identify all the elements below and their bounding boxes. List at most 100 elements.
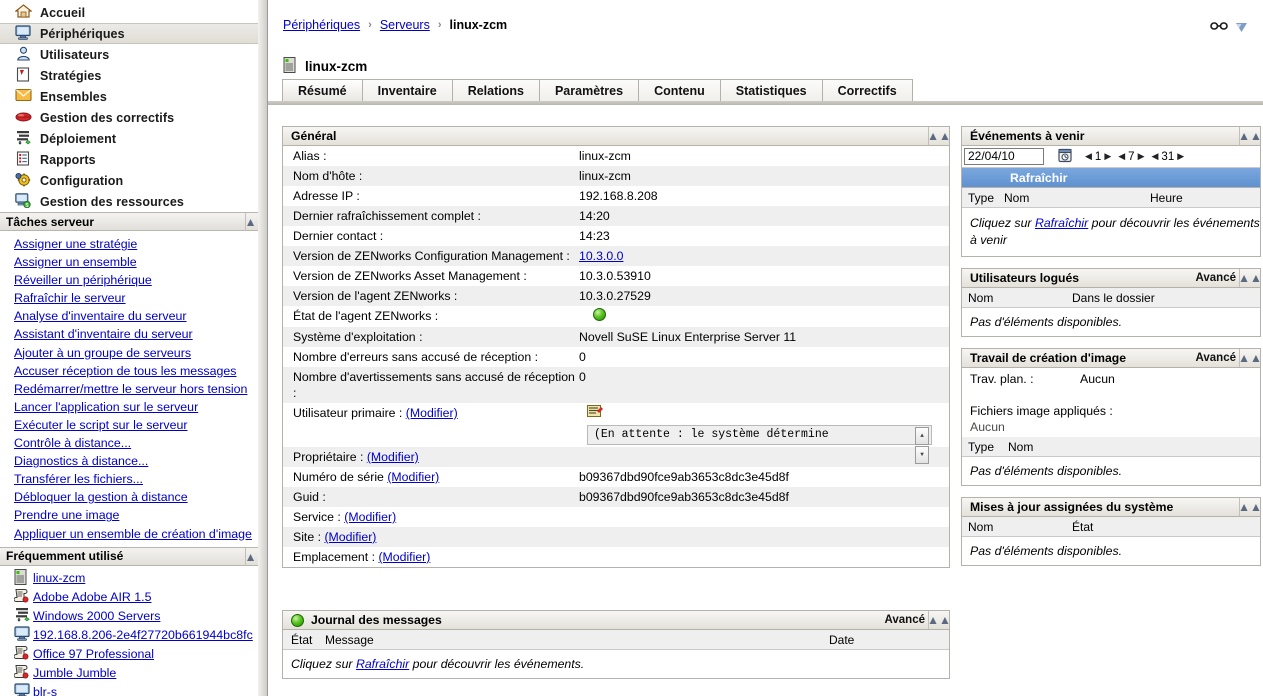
task-link[interactable]: Assistant d'inventaire du serveur bbox=[0, 325, 267, 343]
sidebar-item-gestion-des-correctifs[interactable]: Gestion des correctifs bbox=[0, 107, 267, 128]
asset-icon: $ bbox=[15, 193, 31, 211]
chevron-up-icon[interactable]: ▲▲ bbox=[928, 127, 949, 145]
breadcrumb-link-servers[interactable]: Serveurs bbox=[380, 18, 430, 32]
scheduled-work-row: Trav. plan. : Aucun bbox=[962, 368, 1260, 386]
primary-user-pending-field[interactable]: (En attente : le système détermine ▲▼ bbox=[587, 425, 932, 445]
step-prev-icon[interactable]: ◀ bbox=[1118, 151, 1125, 162]
frequent-item[interactable]: Windows 2000 Servers bbox=[0, 607, 267, 626]
tab-r-sum-[interactable]: Résumé bbox=[282, 79, 363, 101]
task-link[interactable]: Exécuter le script sur le serveur bbox=[0, 416, 267, 434]
version-link[interactable]: 10.3.0.0 bbox=[579, 249, 623, 263]
general-row-value bbox=[575, 507, 949, 527]
frequent-item-label[interactable]: Adobe Adobe AIR 1.5 bbox=[33, 590, 152, 604]
task-link[interactable]: Analyse d'inventaire du serveur bbox=[0, 307, 267, 325]
spinner-stepper[interactable]: ▲▼ bbox=[915, 427, 929, 443]
modify-link[interactable]: (Modifier) bbox=[387, 470, 439, 484]
column-header-nom: Nom bbox=[962, 520, 1072, 534]
caret-down-icon[interactable] bbox=[1236, 21, 1247, 35]
sidebar-item-accueil[interactable]: Accueil bbox=[0, 2, 267, 23]
frequent-item-label[interactable]: Office 97 Professional bbox=[33, 647, 154, 661]
chevron-up-icon[interactable]: ▲▲ bbox=[1239, 498, 1260, 516]
step-next-icon[interactable]: ▶ bbox=[1138, 151, 1145, 162]
message-log-advanced-link[interactable]: Avancé bbox=[885, 614, 926, 626]
tab-param-tres[interactable]: Paramètres bbox=[539, 79, 639, 101]
stepper-down-icon[interactable]: ▼ bbox=[915, 446, 929, 464]
sidebar-item-rapports[interactable]: Rapports bbox=[0, 149, 267, 170]
task-link[interactable]: Prendre une image bbox=[0, 506, 267, 524]
breadcrumb-link-devices[interactable]: Périphériques bbox=[283, 18, 360, 32]
task-link[interactable]: Débloquer la gestion à distance bbox=[0, 488, 267, 506]
chevron-up-icon[interactable]: ▲▲ bbox=[1239, 127, 1260, 145]
sidebar-item-ensembles[interactable]: Ensembles bbox=[0, 86, 267, 107]
step-prev-icon[interactable]: ◀ bbox=[1085, 151, 1092, 162]
sidebar-item-label: Configuration bbox=[40, 174, 123, 188]
task-link[interactable]: Ajouter à un groupe de serveurs bbox=[0, 344, 267, 362]
task-link[interactable]: Réveiller un périphérique bbox=[0, 271, 267, 289]
task-link[interactable]: Diagnostics à distance... bbox=[0, 452, 267, 470]
chevron-up-icon[interactable]: ▲▲ bbox=[928, 611, 949, 629]
sidebar-item-utilisateurs[interactable]: Utilisateurs bbox=[0, 44, 267, 65]
frequent-item-label[interactable]: Windows 2000 Servers bbox=[33, 609, 160, 623]
imaging-work-title: Travail de création d'image bbox=[970, 351, 1126, 365]
modify-link[interactable]: (Modifier) bbox=[378, 550, 430, 564]
sidebar-item-d-ploiement[interactable]: Déploiement bbox=[0, 128, 267, 149]
chevron-up-icon[interactable]: ▲▲ bbox=[1239, 269, 1260, 287]
general-row-value: (En attente : le système détermine ▲▼ bbox=[575, 403, 949, 447]
sidebar-item-gestion-des-ressources[interactable]: $Gestion des ressources bbox=[0, 191, 267, 212]
bundle-doc-icon bbox=[14, 645, 33, 663]
general-row-label: Version de l'agent ZENworks : bbox=[283, 286, 575, 306]
stepper-up-icon[interactable]: ▲ bbox=[915, 427, 929, 445]
general-row-label: Nom d'hôte : bbox=[283, 166, 575, 186]
tab-correctifs[interactable]: Correctifs bbox=[822, 79, 913, 101]
primary-user-icon bbox=[579, 408, 603, 422]
page-title-row: linux-zcm bbox=[283, 57, 367, 76]
step-next-icon[interactable]: ▶ bbox=[1104, 151, 1111, 162]
general-row-value: 0 bbox=[575, 367, 949, 403]
modify-link[interactable]: (Modifier) bbox=[344, 510, 396, 524]
refresh-link[interactable]: Rafraîchir bbox=[1035, 216, 1088, 230]
logged-users-advanced-link[interactable]: Avancé bbox=[1196, 272, 1237, 284]
task-link[interactable]: Redémarrer/mettre le serveur hors tensio… bbox=[0, 380, 267, 398]
frequent-item-label[interactable]: blr-s bbox=[33, 685, 57, 696]
task-link[interactable]: Appliquer un ensemble de création d'imag… bbox=[0, 525, 267, 543]
tab-inventaire[interactable]: Inventaire bbox=[362, 79, 453, 101]
tab-statistiques[interactable]: Statistiques bbox=[720, 79, 823, 101]
user-icon bbox=[16, 46, 31, 64]
column-header-etat: État bbox=[283, 633, 325, 647]
tab-relations[interactable]: Relations bbox=[452, 79, 540, 101]
refresh-link[interactable]: Rafraîchir bbox=[356, 657, 409, 671]
task-link[interactable]: Contrôle à distance... bbox=[0, 434, 267, 452]
events-date-input[interactable]: 22/04/10 bbox=[964, 148, 1044, 165]
modify-link[interactable]: (Modifier) bbox=[324, 530, 376, 544]
sidebar-item-configuration[interactable]: Configuration bbox=[0, 170, 267, 191]
frequent-item-label[interactable]: 192.168.8.206-2e4f27720b661944bc8fc bbox=[33, 628, 253, 642]
task-link[interactable]: Assigner une stratégie bbox=[0, 235, 267, 253]
system-updates-empty: Pas d'éléments disponibles. bbox=[962, 537, 1260, 565]
task-link[interactable]: Accuser réception de tous les messages bbox=[0, 362, 267, 380]
frequent-item-label[interactable]: Jumble Jumble bbox=[33, 666, 116, 680]
events-refresh-button[interactable]: Rafraîchir bbox=[962, 168, 1260, 188]
imaging-advanced-link[interactable]: Avancé bbox=[1196, 352, 1237, 364]
calendar-icon[interactable] bbox=[1058, 148, 1073, 166]
task-link[interactable]: Assigner un ensemble bbox=[0, 253, 267, 271]
frequent-item[interactable]: blr-s bbox=[0, 683, 267, 696]
sidebar-item-strat-gies[interactable]: Stratégies bbox=[0, 65, 267, 86]
task-link[interactable]: Rafraîchir le serveur bbox=[0, 289, 267, 307]
task-link[interactable]: Transférer les fichiers... bbox=[0, 470, 267, 488]
frequent-item[interactable]: linux-zcm bbox=[0, 569, 267, 588]
modify-link[interactable]: (Modifier) bbox=[406, 406, 458, 420]
frequent-item[interactable]: 192.168.8.206-2e4f27720b661944bc8fc bbox=[0, 626, 267, 645]
frequent-item[interactable]: Office 97 Professional bbox=[0, 645, 267, 664]
tab-contenu[interactable]: Contenu bbox=[638, 79, 721, 101]
frequent-item-label[interactable]: linux-zcm bbox=[33, 571, 85, 585]
chevron-up-icon[interactable]: ▲▲ bbox=[1239, 349, 1260, 367]
step-prev-icon[interactable]: ◀ bbox=[1152, 151, 1159, 162]
task-link[interactable]: Lancer l'application sur le serveur bbox=[0, 398, 267, 416]
step-next-icon[interactable]: ▶ bbox=[1177, 151, 1184, 162]
modify-link[interactable]: (Modifier) bbox=[367, 450, 419, 464]
chain-link-icon[interactable] bbox=[1210, 20, 1228, 35]
pending-text: (En attente : le système détermine bbox=[594, 427, 829, 443]
frequent-item[interactable]: Jumble Jumble bbox=[0, 664, 267, 683]
frequent-item[interactable]: Adobe Adobe AIR 1.5 bbox=[0, 588, 267, 607]
sidebar-item-p-riph-riques[interactable]: Périphériques bbox=[0, 23, 267, 44]
